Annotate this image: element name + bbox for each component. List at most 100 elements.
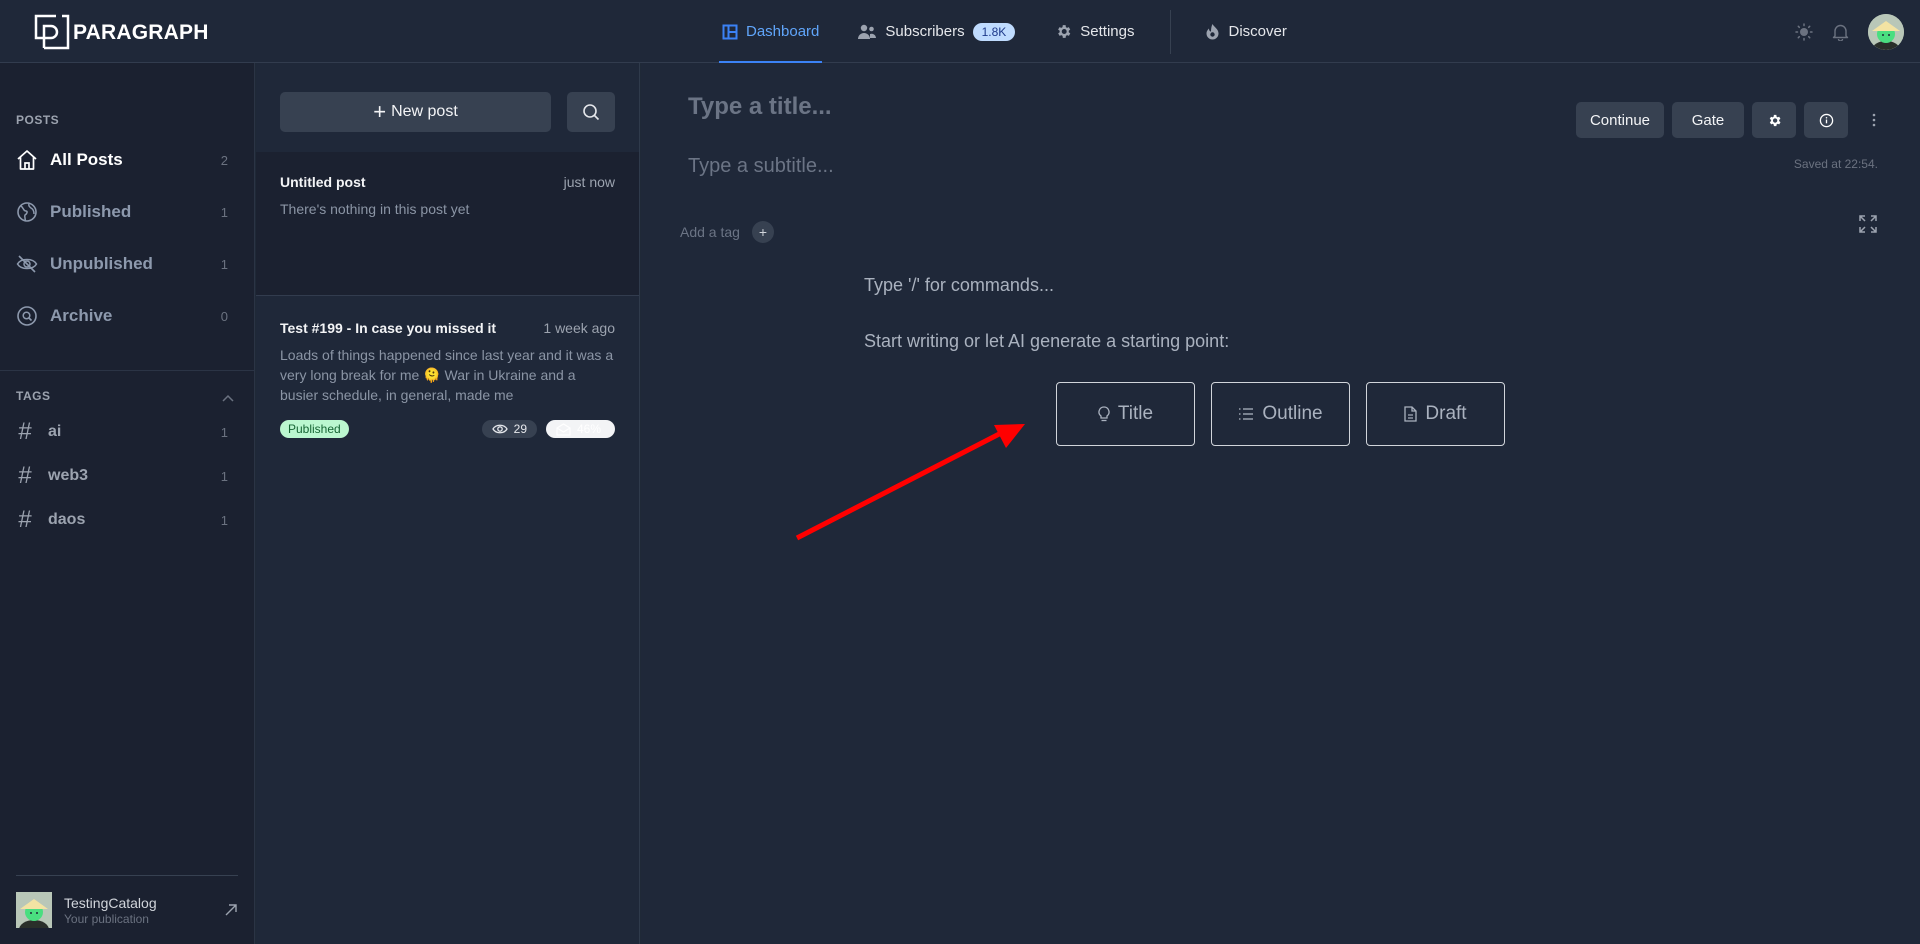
nav-subscribers-label: Subscribers bbox=[885, 23, 965, 40]
logo-mark-icon bbox=[34, 14, 70, 50]
tag-label: web3 bbox=[48, 467, 89, 484]
fullscreen-button[interactable] bbox=[1858, 214, 1878, 239]
tag-label: ai bbox=[48, 423, 62, 440]
info-icon bbox=[1819, 113, 1833, 127]
sidebar-item-published[interactable]: Published 1 bbox=[16, 194, 228, 230]
new-post-button[interactable]: + New post bbox=[280, 92, 551, 132]
home-icon bbox=[17, 150, 37, 170]
nav-settings-label: Settings bbox=[1080, 23, 1135, 40]
posts-section-label: POSTS bbox=[16, 113, 60, 127]
flame-icon bbox=[1206, 24, 1219, 40]
avatar-image bbox=[1868, 13, 1904, 50]
ai-generate-buttons: Title Outline Draft bbox=[1056, 382, 1521, 446]
post-excerpt: There's nothing in this post yet bbox=[280, 201, 470, 217]
ai-outline-button[interactable]: Outline bbox=[1211, 382, 1350, 446]
footer-divider bbox=[16, 875, 238, 876]
subscriber-count-badge: 1.8K bbox=[972, 22, 1016, 41]
save-status: Saved at 22:54. bbox=[1793, 157, 1878, 171]
open-rate-badge: 46% bbox=[546, 420, 615, 438]
post-title-input[interactable] bbox=[688, 93, 1288, 121]
continue-button[interactable]: Continue bbox=[1576, 102, 1664, 138]
chevron-up-icon bbox=[222, 394, 234, 402]
archive-search-icon bbox=[17, 306, 37, 326]
globe-icon bbox=[17, 202, 37, 222]
command-hint: Type '/' for commands... bbox=[864, 275, 1054, 295]
sidebar-tag-daos[interactable]: # daos 1 bbox=[16, 502, 228, 538]
new-post-label: New post bbox=[391, 103, 458, 120]
ai-title-label: Title bbox=[1117, 403, 1154, 424]
status-badge: Published bbox=[280, 420, 349, 438]
sidebar-item-all-posts[interactable]: All Posts 2 bbox=[16, 142, 228, 178]
publication-avatar bbox=[16, 892, 52, 928]
gear-icon bbox=[1058, 25, 1071, 38]
hash-icon: # bbox=[18, 506, 32, 533]
sidebar-tag-ai[interactable]: # ai 1 bbox=[16, 414, 228, 450]
plus-icon: + bbox=[373, 99, 387, 124]
more-options-button[interactable] bbox=[1860, 102, 1888, 138]
gear-icon bbox=[1769, 114, 1780, 126]
sidebar-item-count: 0 bbox=[220, 308, 228, 324]
nav-discover[interactable]: Discover bbox=[1205, 0, 1287, 63]
nav-dashboard[interactable]: Dashboard bbox=[718, 0, 823, 64]
tag-count: 1 bbox=[220, 424, 228, 440]
list-icon bbox=[1239, 408, 1254, 420]
layout-icon bbox=[722, 24, 738, 39]
tags-section-label: TAGS bbox=[16, 389, 51, 403]
sidebar-item-count: 1 bbox=[220, 256, 228, 272]
ai-title-button[interactable]: Title bbox=[1056, 382, 1195, 446]
info-button[interactable] bbox=[1804, 102, 1848, 138]
users-icon bbox=[858, 24, 877, 39]
publication-link[interactable]: TestingCatalog Your publication bbox=[16, 891, 238, 929]
editor-toolbar: Continue Gate bbox=[1576, 102, 1888, 138]
open-rate-value: 46% bbox=[577, 422, 602, 436]
collapse-tags-button[interactable] bbox=[222, 389, 234, 407]
paragraph-logo[interactable]: PARAGRAPH bbox=[34, 14, 209, 50]
document-icon bbox=[1404, 406, 1418, 422]
top-nav-bar: PARAGRAPH Dashboard Subscribers 1.8K Set… bbox=[0, 0, 1920, 64]
search-posts-button[interactable] bbox=[567, 92, 615, 132]
eye-icon bbox=[491, 424, 508, 434]
left-sidebar: POSTS All Posts 2 Published 1 Unpublishe… bbox=[0, 63, 255, 944]
ai-draft-button[interactable]: Draft bbox=[1366, 382, 1505, 446]
sidebar-item-archive[interactable]: Archive 0 bbox=[16, 298, 228, 334]
ai-draft-label: Draft bbox=[1425, 403, 1467, 424]
sidebar-item-count: 2 bbox=[220, 152, 228, 168]
post-title: Untitled post bbox=[280, 174, 366, 190]
external-link-icon bbox=[225, 904, 237, 916]
sidebar-item-label: Archive bbox=[50, 306, 113, 325]
post-settings-button[interactable] bbox=[1752, 102, 1796, 138]
nav-dashboard-label: Dashboard bbox=[746, 23, 820, 40]
more-vertical-icon bbox=[1872, 113, 1876, 127]
views-count: 29 bbox=[513, 422, 527, 436]
tag-label: daos bbox=[48, 511, 86, 528]
notifications-button[interactable] bbox=[1830, 22, 1850, 42]
lightbulb-icon bbox=[1098, 405, 1110, 421]
add-tag-button[interactable]: Add a tag + bbox=[680, 221, 774, 243]
post-time: 1 week ago bbox=[543, 320, 615, 336]
main-nav: Dashboard Subscribers 1.8K Settings Disc… bbox=[718, 0, 1287, 64]
nav-settings[interactable]: Settings bbox=[1055, 0, 1134, 63]
theme-toggle-button[interactable] bbox=[1794, 22, 1814, 42]
tag-count: 1 bbox=[220, 512, 228, 528]
nav-divider bbox=[1170, 9, 1172, 54]
post-list-item-selected[interactable]: Untitled post just now There's nothing i… bbox=[256, 152, 639, 296]
hash-icon: # bbox=[18, 462, 32, 489]
hash-icon: # bbox=[18, 418, 32, 445]
avatar-image bbox=[16, 892, 52, 928]
ai-hint: Start writing or let AI generate a start… bbox=[864, 331, 1230, 351]
post-subtitle-input[interactable] bbox=[688, 155, 1288, 178]
post-list-item[interactable]: Test #199 - In case you missed it 1 week… bbox=[256, 297, 639, 457]
nav-subscribers[interactable]: Subscribers 1.8K bbox=[857, 0, 1016, 63]
plus-icon: + bbox=[751, 221, 774, 243]
post-time: just now bbox=[563, 174, 615, 190]
sidebar-item-label: Unpublished bbox=[50, 254, 153, 273]
gate-button[interactable]: Gate bbox=[1672, 102, 1744, 138]
sidebar-item-unpublished[interactable]: Unpublished 1 bbox=[16, 246, 228, 282]
mail-open-icon bbox=[556, 422, 571, 436]
post-excerpt: Loads of things happened since last year… bbox=[280, 347, 614, 403]
sidebar-tag-web3[interactable]: # web3 1 bbox=[16, 458, 228, 494]
user-avatar[interactable] bbox=[1868, 13, 1904, 50]
app-name: PARAGRAPH bbox=[73, 21, 209, 44]
sidebar-item-label: All Posts bbox=[50, 150, 123, 169]
post-list-panel: + New post Untitled post just now There'… bbox=[256, 63, 640, 944]
